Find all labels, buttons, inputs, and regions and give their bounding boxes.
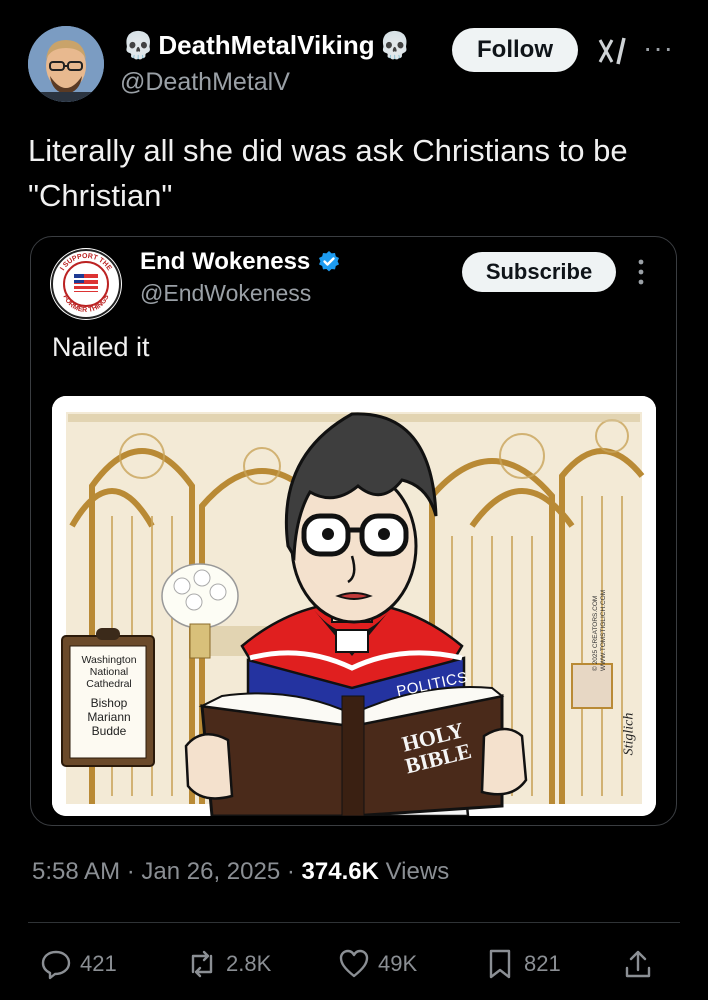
share-icon [625, 950, 651, 978]
repost-count: 2.8K [226, 951, 272, 976]
author-handle[interactable]: @DeathMetalV [120, 68, 290, 97]
repost-icon [191, 950, 213, 978]
verified-badge-icon [319, 251, 340, 272]
post-time[interactable]: 5:58 AM [32, 858, 120, 885]
meta-separator: · [126, 858, 142, 885]
bookmark-icon [489, 949, 511, 979]
quoted-author-handle[interactable]: @EndWokeness [140, 280, 311, 307]
divider [28, 922, 680, 923]
grok-icon[interactable] [596, 34, 630, 68]
subscribe-button[interactable]: Subscribe [462, 252, 616, 292]
avatar-illustration [28, 26, 104, 102]
views-count: 374.6K [301, 858, 379, 885]
bookmark-count: 821 [524, 951, 561, 976]
reply-count: 421 [80, 951, 117, 976]
copyright-text: © 2025 CREATORS.COM WWW.TOMSTIGLICH.COM [592, 589, 607, 671]
more-options-icon[interactable]: ··· [643, 32, 674, 64]
like-count: 49K [378, 951, 418, 976]
post-meta: 5:58 AM · Jan 26, 2025 · 374.6K Views [32, 858, 449, 886]
author-name[interactable]: DeathMetalViking [158, 30, 374, 61]
artist-signature: Stiglich [621, 712, 637, 756]
cartoon-illustration [52, 396, 656, 816]
post-date[interactable]: Jan 26, 2025 [141, 858, 280, 885]
views-label: Views [385, 858, 450, 885]
skull-icon: 💀 [122, 30, 155, 60]
cathedral-plaque: Washington National Cathedral Bishop Mar… [72, 654, 146, 738]
vertical-more-icon[interactable] [636, 258, 646, 286]
cartoon-image[interactable]: Washington National Cathedral Bishop Mar… [52, 396, 656, 816]
patch-logo-icon: I SUPPORT THE FORMER THINGS [51, 249, 121, 319]
bookmark-button[interactable]: 821 [484, 948, 561, 980]
tweet-text: Literally all she did was ask Christians… [28, 133, 628, 213]
skull-icon: 💀 [378, 30, 411, 60]
heart-icon [339, 949, 369, 978]
quoted-author-avatar[interactable]: I SUPPORT THE FORMER THINGS [50, 248, 122, 320]
quoted-author-name[interactable]: End Wokeness [140, 248, 310, 276]
quoted-post-text: Nailed it [52, 332, 150, 362]
follow-button[interactable]: Follow [452, 28, 578, 72]
reply-icon [41, 950, 71, 980]
quoted-author-name-row[interactable]: End Wokeness [140, 248, 341, 276]
like-button[interactable]: 49K [338, 948, 417, 980]
author-name-row[interactable]: 💀 DeathMetalViking 💀 [122, 30, 411, 61]
reply-button[interactable]: 421 [40, 948, 117, 980]
meta-separator: · [286, 858, 302, 885]
author-avatar[interactable] [28, 26, 104, 102]
plaque-location-text: Washington National Cathedral [81, 654, 137, 690]
share-button[interactable] [622, 948, 654, 980]
repost-button[interactable]: 2.8K [186, 948, 271, 980]
plaque-name-text: Bishop Mariann Budde [87, 696, 131, 738]
